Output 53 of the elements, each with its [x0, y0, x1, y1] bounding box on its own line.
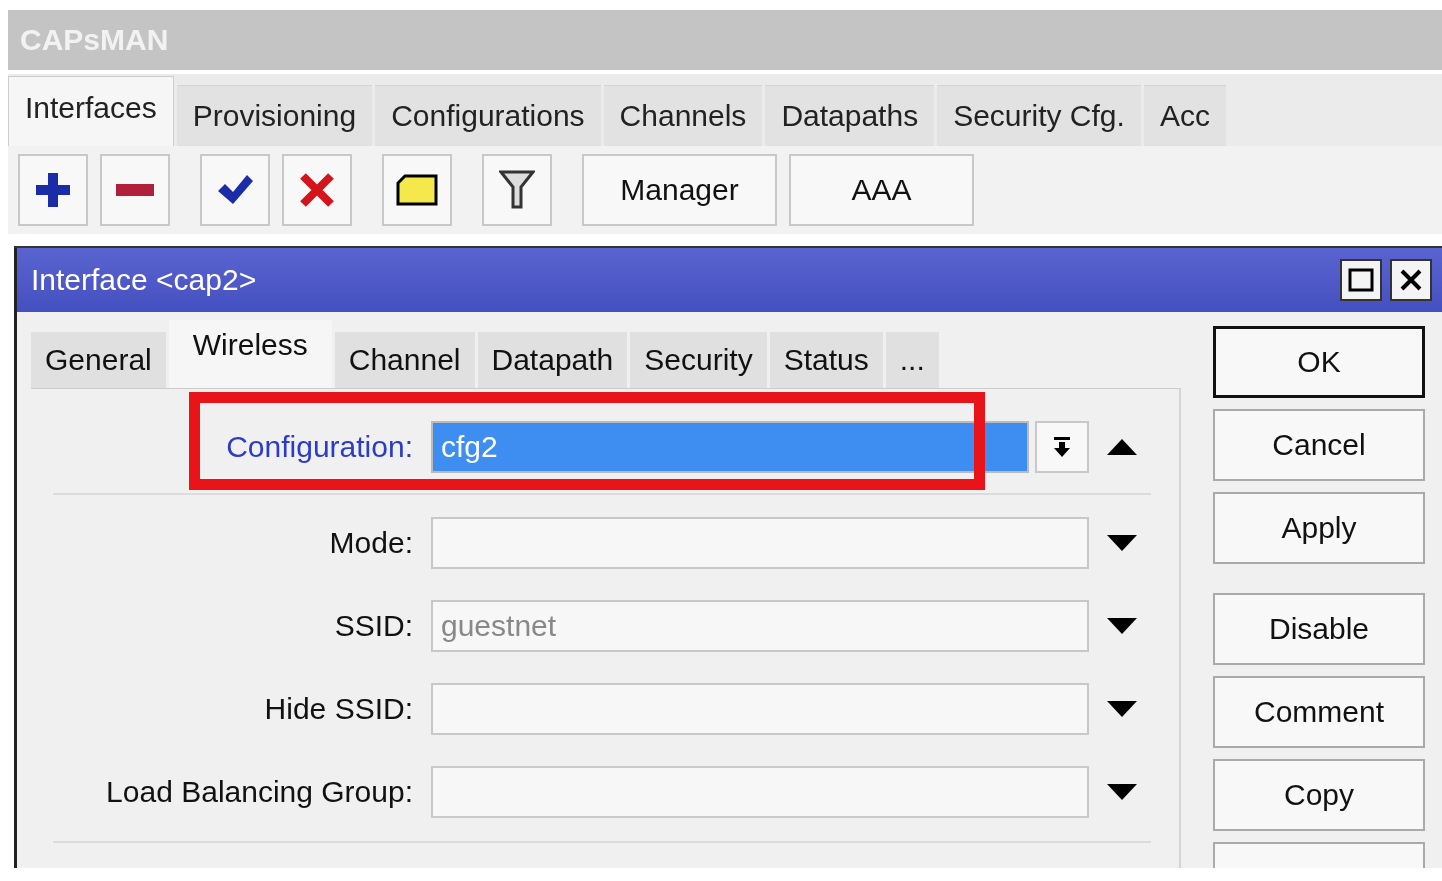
- collapse-arrow-button[interactable]: [1105, 437, 1139, 457]
- plus-icon: [33, 170, 73, 210]
- filter-icon: [499, 169, 535, 211]
- expand-arrow-button[interactable]: [1105, 698, 1139, 719]
- tab[interactable]: Configurations: [375, 85, 601, 146]
- input-field[interactable]: [431, 516, 1089, 569]
- cross-icon: [299, 172, 335, 208]
- field-label: Hide SSID:: [263, 691, 414, 726]
- tab[interactable]: Datapath: [477, 332, 628, 388]
- toolbar-button[interactable]: AAA: [789, 154, 974, 226]
- dialog-button[interactable]: OK: [1213, 326, 1425, 398]
- tab[interactable]: General: [31, 332, 166, 388]
- dialog-button[interactable]: Apply: [1213, 492, 1425, 564]
- tab[interactable]: Channel: [334, 332, 475, 388]
- tab[interactable]: Security Cfg.: [937, 85, 1141, 146]
- toolbar-button[interactable]: [100, 154, 170, 226]
- expand-arrow-button[interactable]: [1105, 615, 1139, 636]
- tab[interactable]: Status: [769, 332, 883, 388]
- close-button[interactable]: [1390, 259, 1432, 301]
- tab[interactable]: Security: [630, 332, 767, 388]
- dialog-button[interactable]: Comment: [1213, 676, 1425, 748]
- square-icon: [1348, 267, 1374, 293]
- input-field[interactable]: guestnet: [431, 599, 1089, 652]
- expand-arrow-button[interactable]: [1105, 781, 1139, 802]
- tab[interactable]: Datapaths: [765, 85, 935, 146]
- field-label: Configuration:: [225, 430, 414, 464]
- toolbar-button[interactable]: [482, 154, 552, 226]
- field-label: SSID:: [333, 608, 414, 643]
- maximize-button[interactable]: [1340, 259, 1382, 301]
- toolbar-button[interactable]: [382, 154, 452, 226]
- input-field[interactable]: [431, 682, 1089, 735]
- dialog-button[interactable]: Cancel: [1213, 409, 1425, 481]
- field-label: Mode:: [328, 525, 414, 560]
- dialog-title: Interface <cap2>: [31, 263, 257, 297]
- dialog-button[interactable]: Disable: [1213, 593, 1425, 665]
- tab[interactable]: Provisioning: [176, 85, 373, 146]
- field-label: Load Balancing Group:: [105, 774, 414, 809]
- toolbar-button[interactable]: [200, 154, 270, 226]
- tab[interactable]: Wireless: [168, 320, 332, 388]
- tab[interactable]: Acc: [1143, 85, 1226, 146]
- dropdown-button[interactable]: [1035, 421, 1089, 473]
- minus-icon: [115, 183, 155, 197]
- tab[interactable]: Channels: [603, 85, 763, 146]
- toolbar-button[interactable]: Manager: [582, 154, 777, 226]
- tab[interactable]: ...: [885, 332, 939, 388]
- note-icon: [395, 173, 439, 207]
- close-icon: [1398, 267, 1424, 293]
- input-field[interactable]: [431, 765, 1089, 818]
- down-arrow-bar-icon: [1051, 435, 1073, 459]
- dialog-button[interactable]: Copy: [1213, 759, 1425, 831]
- tab[interactable]: Interfaces: [8, 76, 174, 146]
- toolbar-button[interactable]: [18, 154, 88, 226]
- expand-arrow-button[interactable]: [1105, 532, 1139, 553]
